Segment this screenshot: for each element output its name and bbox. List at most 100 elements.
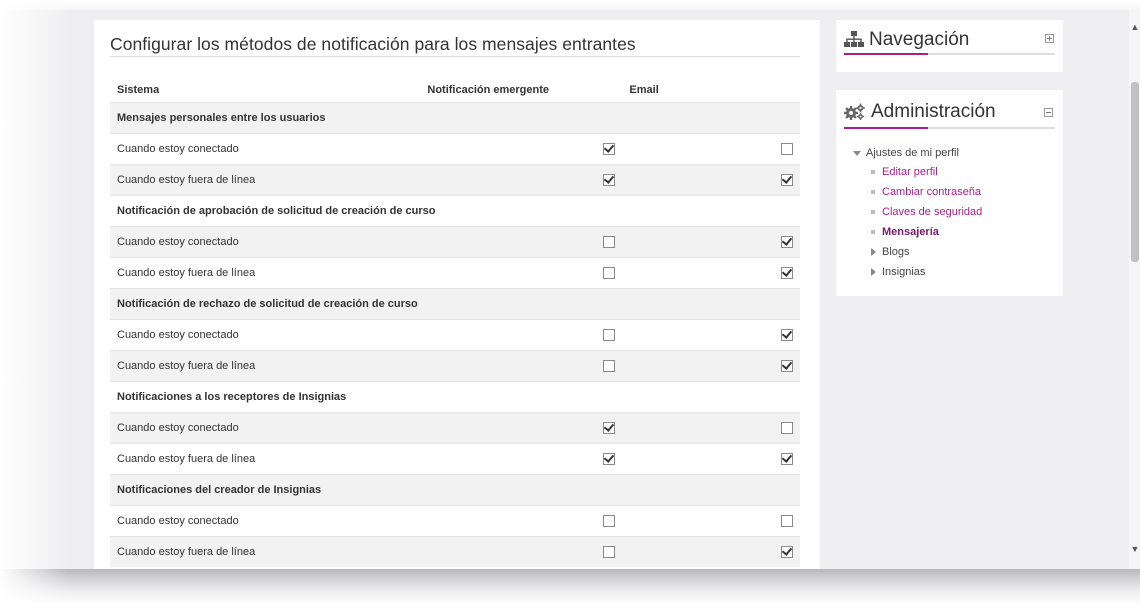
popup-checkbox[interactable] <box>603 236 616 249</box>
tree-item-blogs[interactable]: Blogs <box>871 246 910 258</box>
table-row: Cuando estoy conectado <box>110 133 800 165</box>
popup-checkbox-cell <box>420 412 623 444</box>
navigation-title-text: Navegación <box>869 29 970 50</box>
popup-checkbox[interactable] <box>603 267 616 280</box>
tree-item-label: Insignias <box>882 266 926 278</box>
tree-item-label: Claves de seguridad <box>882 206 983 218</box>
email-checkbox-cell <box>622 505 800 537</box>
section-label: Notificaciones a los receptores de Insig… <box>110 381 800 413</box>
email-checkbox[interactable] <box>781 546 793 559</box>
bullet-icon <box>871 170 875 174</box>
popup-checkbox[interactable] <box>603 453 616 466</box>
table-row: Cuando estoy conectado <box>110 412 800 444</box>
popup-checkbox-cell <box>420 536 623 567</box>
email-checkbox[interactable] <box>781 143 793 156</box>
popup-checkbox-cell <box>420 257 623 289</box>
row-label: Cuando estoy conectado <box>110 319 421 351</box>
email-checkbox[interactable] <box>781 515 793 528</box>
tree-item-messaging[interactable]: Mensajería <box>871 226 939 238</box>
section-row: Notificaciones del creador de Insignias <box>110 474 800 506</box>
popup-checkbox[interactable] <box>603 329 616 342</box>
notification-preferences-card: Configurar los métodos de notificación p… <box>94 20 820 580</box>
section-row: Notificación de aprobación de solicitud … <box>110 195 800 227</box>
popup-checkbox[interactable] <box>603 422 616 435</box>
row-label: Cuando estoy fuera de línea <box>110 350 421 382</box>
bottom-shadow <box>0 569 1140 605</box>
popup-checkbox[interactable] <box>603 515 616 528</box>
email-checkbox-cell <box>622 536 800 567</box>
navigation-block-title[interactable]: Navegación <box>844 29 969 51</box>
tree-root-label: Ajustes de mi perfil <box>866 147 959 159</box>
popup-checkbox[interactable] <box>603 143 616 156</box>
table-row: Cuando estoy conectado <box>110 505 800 537</box>
section-label: Mensajes personales entre los usuarios <box>110 102 800 134</box>
table-row: Cuando estoy conectado <box>110 226 800 258</box>
tree-item-label: Cambiar contraseña <box>882 186 982 198</box>
notification-table-body: Mensajes personales entre los usuarios Cu… <box>110 102 800 567</box>
section-label: Notificación de rechazo de solicitud de … <box>110 288 800 320</box>
email-checkbox[interactable] <box>781 329 793 342</box>
popup-checkbox-cell <box>420 350 623 382</box>
page-title: Configurar los métodos de notificación p… <box>110 34 636 54</box>
tree-item-security-keys[interactable]: Claves de seguridad <box>871 206 982 218</box>
table-row: Cuando estoy fuera de línea <box>110 443 800 475</box>
section-label: Notificaciones del creador de Insignias <box>110 474 800 506</box>
email-checkbox-cell <box>622 164 800 196</box>
table-row: Cuando estoy conectado <box>110 319 800 351</box>
tree-item-change-password[interactable]: Cambiar contraseña <box>871 186 981 198</box>
navigation-expand-toggle[interactable] <box>1045 34 1054 43</box>
administration-accent-bar <box>844 127 928 129</box>
scroll-down-arrow-icon[interactable]: ▼ <box>1130 544 1140 554</box>
section-label: Notificación de aprobación de solicitud … <box>110 195 800 227</box>
tree-item-edit-profile[interactable]: Editar perfil <box>871 166 938 178</box>
table-row: Cuando estoy fuera de línea <box>110 536 800 567</box>
column-header-system: Sistema <box>110 77 421 103</box>
sitemap-icon <box>844 31 864 49</box>
row-label: Cuando estoy conectado <box>110 505 421 537</box>
tree-item-label: Editar perfil <box>882 166 938 178</box>
cogs-icon <box>844 103 866 121</box>
email-checkbox-cell <box>622 443 800 475</box>
notification-table: Sistema Notificación emergente Email Men… <box>110 77 800 567</box>
administration-block: Administración Ajustes de mi perfil Edit… <box>836 90 1063 296</box>
popup-checkbox[interactable] <box>603 360 616 373</box>
caret-right-icon <box>871 268 876 276</box>
scrollbar-thumb[interactable] <box>1131 82 1139 262</box>
bullet-icon <box>871 230 875 234</box>
administration-collapse-toggle[interactable] <box>1044 108 1053 117</box>
bullet-icon <box>871 210 875 214</box>
caret-down-icon <box>853 150 861 156</box>
popup-checkbox-cell <box>420 319 623 351</box>
tree-item-label: Blogs <box>882 246 910 258</box>
navigation-block: Navegación <box>836 20 1063 72</box>
email-checkbox-cell <box>622 133 800 165</box>
administration-title-text: Administración <box>871 101 996 122</box>
email-checkbox[interactable] <box>781 453 793 466</box>
email-checkbox[interactable] <box>781 236 793 249</box>
email-checkbox[interactable] <box>781 174 793 187</box>
column-header-email: Email <box>622 77 800 103</box>
popup-checkbox-cell <box>420 164 623 196</box>
title-divider <box>110 56 800 57</box>
popup-checkbox[interactable] <box>603 546 616 559</box>
email-checkbox[interactable] <box>781 360 793 373</box>
column-header-popup: Notificación emergente <box>420 77 623 103</box>
table-row: Cuando estoy fuera de línea <box>110 257 800 289</box>
email-checkbox-cell <box>622 257 800 289</box>
email-checkbox[interactable] <box>781 267 793 280</box>
tree-item-label: Mensajería <box>882 226 939 238</box>
email-checkbox[interactable] <box>781 422 793 435</box>
row-label: Cuando estoy fuera de línea <box>110 443 421 475</box>
email-checkbox-cell <box>622 226 800 258</box>
row-label: Cuando estoy conectado <box>110 133 421 165</box>
popup-checkbox-cell <box>420 133 623 165</box>
administration-title-rule <box>844 127 1055 129</box>
row-label: Cuando estoy conectado <box>110 226 421 258</box>
tree-item-badges[interactable]: Insignias <box>871 266 925 278</box>
popup-checkbox[interactable] <box>603 174 616 187</box>
administration-block-title[interactable]: Administración <box>844 101 996 123</box>
row-label: Cuando estoy conectado <box>110 412 421 444</box>
table-row: Cuando estoy fuera de línea <box>110 350 800 382</box>
tree-root-profile-settings[interactable]: Ajustes de mi perfil <box>853 147 959 159</box>
scroll-up-arrow-icon[interactable]: ▲ <box>1130 22 1140 32</box>
